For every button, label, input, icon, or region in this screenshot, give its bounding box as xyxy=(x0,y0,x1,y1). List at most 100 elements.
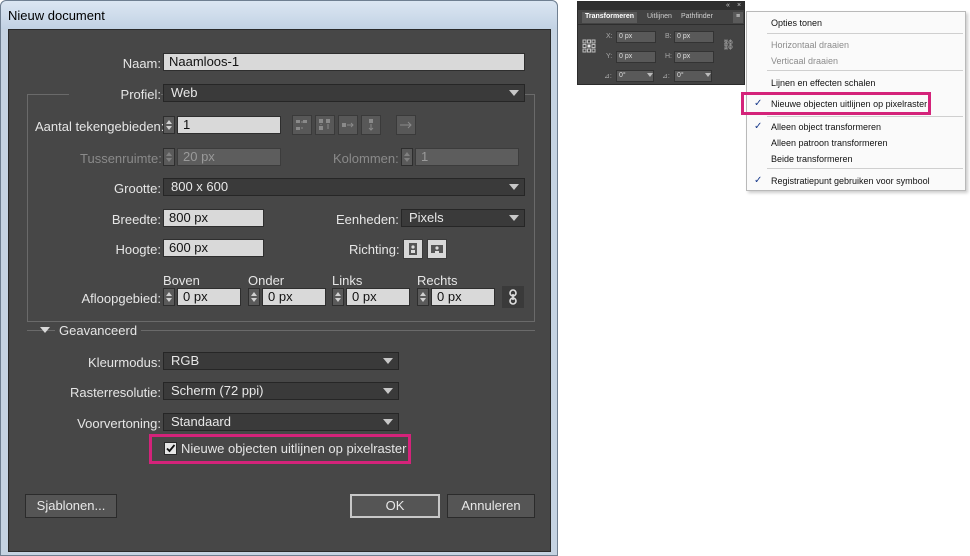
menu-separator xyxy=(767,168,963,169)
x-field[interactable]: 0 px xyxy=(616,31,656,43)
chevron-down-icon xyxy=(509,184,519,190)
chevron-down-icon xyxy=(383,419,393,425)
bleed-right-field[interactable]: 0 px xyxy=(431,288,495,306)
menu-item-flip-vertical: Verticaal draaien xyxy=(771,56,839,66)
size-dropdown[interactable]: 800 x 600 xyxy=(163,178,525,196)
bleed-bottom-stepper[interactable] xyxy=(248,288,260,306)
y-label: Y: xyxy=(606,53,613,60)
chevron-down-icon[interactable] xyxy=(705,73,711,77)
width-field[interactable]: 800 px xyxy=(163,209,264,227)
bleed-right-label: Rechts xyxy=(417,273,458,288)
columns-field[interactable]: 1 xyxy=(415,148,519,166)
w-field[interactable]: 0 px xyxy=(674,31,714,43)
tab-transform[interactable]: Transformeren xyxy=(582,12,638,23)
grid-by-column-icon[interactable] xyxy=(315,115,335,135)
arrange-by-column-icon[interactable] xyxy=(361,115,381,135)
units-value: Pixels xyxy=(409,210,444,225)
menu-item-transform-pattern-only[interactable]: Alleen patroon transformeren xyxy=(771,138,888,148)
templates-button[interactable]: Sjablonen... xyxy=(25,494,117,518)
preview-dropdown[interactable]: Standaard xyxy=(163,413,399,431)
menu-item-flip-horizontal: Horizontaal draaien xyxy=(771,40,850,50)
chevron-down-icon xyxy=(509,215,519,221)
preview-label: Voorvertoning: xyxy=(77,416,161,431)
menu-separator xyxy=(767,70,963,71)
size-value: 800 x 600 xyxy=(171,179,229,194)
name-field[interactable]: Naamloos-1 xyxy=(163,53,525,71)
artboards-stepper[interactable] xyxy=(163,116,175,134)
chevron-down-icon xyxy=(509,90,519,96)
reference-point-icon[interactable] xyxy=(582,39,596,53)
link-bleed-icon[interactable] xyxy=(502,286,524,308)
check-icon: ✓ xyxy=(754,121,763,132)
menu-separator xyxy=(767,33,963,34)
collapse-icon[interactable]: « xyxy=(726,2,730,10)
panel-header[interactable]: « × xyxy=(578,2,744,10)
bleed-top-field[interactable]: 0 px xyxy=(177,288,241,306)
align-pixel-label[interactable]: Nieuwe objecten uitlijnen op pixelraster xyxy=(181,441,406,456)
menu-item-registration-point[interactable]: Registratiepunt gebruiken voor symbool xyxy=(771,176,930,186)
size-label: Grootte: xyxy=(114,181,161,196)
raster-dropdown[interactable]: Scherm (72 ppi) xyxy=(163,382,399,400)
h-label: H: xyxy=(665,53,672,60)
chevron-down-icon[interactable] xyxy=(647,73,653,77)
chevron-down-icon xyxy=(383,388,393,394)
columns-stepper[interactable] xyxy=(401,148,413,166)
height-field[interactable]: 600 px xyxy=(163,239,264,257)
artboards-field[interactable]: 1 xyxy=(177,116,281,134)
bleed-label: Afloopgebied: xyxy=(81,291,161,306)
tab-pathfinder[interactable]: Pathfinder xyxy=(678,12,716,23)
profile-label: Profiel: xyxy=(69,87,161,102)
menu-item-transform-both[interactable]: Beide transformeren xyxy=(771,154,853,164)
bleed-bottom-field[interactable]: 0 px xyxy=(262,288,326,306)
right-to-left-icon[interactable] xyxy=(396,115,416,135)
menu-item-align-pixel-grid[interactable]: Nieuwe objecten uitlijnen op pixelraster xyxy=(771,99,927,109)
cancel-button[interactable]: Annuleren xyxy=(447,494,535,518)
advanced-label[interactable]: Geavanceerd xyxy=(55,323,142,338)
color-mode-label: Kleurmodus: xyxy=(88,355,161,370)
tab-align[interactable]: Uitlijnen xyxy=(644,12,675,23)
link-proportions-icon[interactable]: ⛓ xyxy=(722,40,735,51)
ok-button[interactable]: OK xyxy=(350,494,440,518)
units-dropdown[interactable]: Pixels xyxy=(401,209,525,227)
dialog-body: Naam: Naamloos-1 Profiel: Web Aantal tek… xyxy=(8,29,551,552)
raster-label: Rasterresolutie: xyxy=(69,385,161,400)
width-label: Breedte: xyxy=(111,212,161,227)
menu-item-show-options[interactable]: Opties tonen xyxy=(771,18,822,28)
portrait-icon[interactable] xyxy=(403,239,423,259)
transform-panel: « × Transformeren Uitlijnen Pathfinder ≡… xyxy=(577,1,745,85)
height-label: Hoogte: xyxy=(115,242,161,257)
spacing-label: Tussenruimte: xyxy=(80,151,162,166)
panel-flyout-menu: Opties tonen Horizontaal draaien Vertica… xyxy=(741,11,966,191)
tab-divider xyxy=(578,24,744,25)
menu-item-transform-object-only[interactable]: Alleen object transformeren xyxy=(771,122,881,132)
grid-by-row-icon[interactable] xyxy=(292,115,312,135)
dialog-title: Nieuw document xyxy=(8,8,105,23)
menu-item-scale-strokes[interactable]: Lijnen en effecten schalen xyxy=(771,78,875,88)
new-document-dialog: Nieuw document Naam: Naamloos-1 Profiel:… xyxy=(0,0,558,556)
color-mode-dropdown[interactable]: RGB xyxy=(163,352,399,370)
landscape-icon[interactable] xyxy=(427,239,447,259)
spacing-field[interactable]: 20 px xyxy=(177,148,281,166)
close-icon[interactable]: × xyxy=(737,2,741,10)
h-field[interactable]: 0 px xyxy=(674,51,714,63)
arrange-by-row-icon[interactable] xyxy=(338,115,358,135)
bleed-left-label: Links xyxy=(332,273,363,288)
bleed-right-stepper[interactable] xyxy=(417,288,429,306)
check-icon: ✓ xyxy=(754,98,763,109)
chevron-down-icon xyxy=(383,358,393,364)
panel-menu-icon[interactable]: ≡ xyxy=(733,12,743,23)
spacing-stepper[interactable] xyxy=(163,148,175,166)
bleed-top-stepper[interactable] xyxy=(163,288,175,306)
bleed-left-stepper[interactable] xyxy=(332,288,344,306)
raster-value: Scherm (72 ppi) xyxy=(171,383,264,398)
color-mode-value: RGB xyxy=(171,353,200,368)
columns-label: Kolommen: xyxy=(333,151,399,166)
y-field[interactable]: 0 px xyxy=(616,51,656,63)
bleed-top-label: Boven xyxy=(163,273,200,288)
profile-dropdown[interactable]: Web xyxy=(163,84,525,102)
artboards-label: Aantal tekengebieden: xyxy=(35,119,165,134)
collapse-arrow-icon[interactable] xyxy=(40,327,50,333)
dialog-titlebar[interactable]: Nieuw document xyxy=(1,1,557,29)
bleed-left-field[interactable]: 0 px xyxy=(346,288,410,306)
align-pixel-checkbox[interactable] xyxy=(164,442,177,455)
